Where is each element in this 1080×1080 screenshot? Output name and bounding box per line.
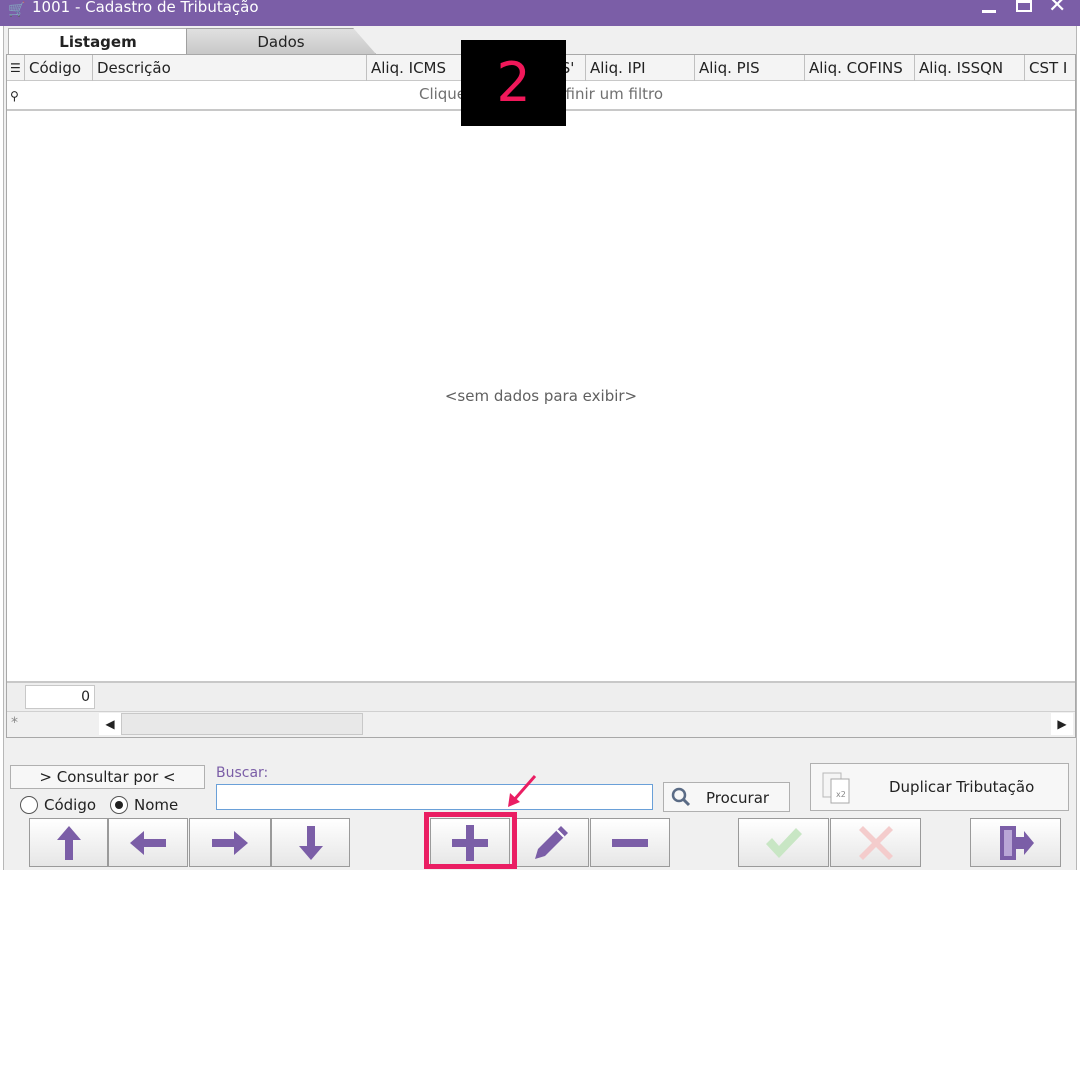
radio-codigo[interactable] — [20, 796, 38, 814]
radio-selected-dot — [115, 801, 123, 809]
empty-message: <sem dados para exibir> — [444, 387, 638, 405]
data-grid[interactable]: ☰ Código Descrição Aliq. ICMS Aliq. ICMS… — [6, 54, 1076, 738]
window-title: 1001 - Cadastro de Tributação — [32, 0, 259, 16]
cancel-button[interactable] — [830, 818, 921, 867]
procurar-label: Procurar — [706, 789, 770, 807]
scroll-right-arrow-icon[interactable]: ▶ — [1051, 713, 1073, 735]
horizontal-scrollbar[interactable]: * ◀ ▶ — [7, 711, 1075, 737]
remove-button[interactable] — [590, 818, 670, 867]
step-highlight-box — [424, 812, 517, 869]
search-input[interactable] — [216, 784, 653, 810]
column-header-codigo[interactable]: Código — [25, 55, 93, 81]
pointer-arrow-icon — [508, 775, 537, 807]
minus-icon — [612, 838, 648, 847]
column-header-cst[interactable]: CST I — [1025, 55, 1075, 81]
minimize-button[interactable] — [975, 0, 1003, 20]
arrow-up-icon — [56, 825, 81, 860]
arrow-down-icon — [298, 825, 323, 860]
maximize-icon — [1016, 0, 1032, 12]
check-icon — [765, 827, 802, 858]
move-up-button[interactable] — [29, 818, 108, 867]
scroll-left-arrow-icon[interactable]: ◀ — [99, 713, 121, 735]
maximize-button[interactable] — [1010, 0, 1038, 20]
consultar-por-button[interactable]: > Consultar por < — [10, 765, 205, 789]
x-icon — [858, 825, 893, 860]
duplicar-label: Duplicar Tributação — [889, 778, 1035, 796]
scrollbar-thumb[interactable] — [121, 713, 363, 735]
close-icon: ✕ — [1048, 0, 1067, 18]
new-row-icon: * — [11, 715, 18, 731]
column-header-descricao[interactable]: Descrição — [93, 55, 367, 81]
duplicar-tributacao-button[interactable]: x2 Duplicar Tributação — [810, 763, 1069, 811]
move-right-button[interactable] — [189, 818, 271, 867]
radio-nome[interactable] — [110, 796, 128, 814]
radio-nome-label[interactable]: Nome — [134, 796, 178, 814]
grid-footer: 0 — [7, 681, 1075, 711]
move-left-button[interactable] — [108, 818, 188, 867]
column-chooser-icon[interactable]: ☰ — [7, 55, 25, 81]
tab-listagem[interactable]: Listagem — [8, 28, 188, 54]
move-down-button[interactable] — [271, 818, 350, 867]
svg-text:x2: x2 — [836, 790, 846, 799]
title-bar: 🛒 1001 - Cadastro de Tributação ✕ — [0, 0, 1080, 26]
search-icon — [671, 787, 691, 807]
buscar-label: Buscar: — [216, 765, 269, 781]
column-header-aliq-cofins[interactable]: Aliq. COFINS — [805, 55, 915, 81]
arrow-left-icon — [130, 830, 166, 855]
arrow-right-icon — [212, 830, 248, 855]
radio-codigo-label[interactable]: Código — [44, 796, 96, 814]
duplicate-icon: x2 — [822, 772, 850, 804]
shopping-cart-icon: 🛒 — [8, 2, 26, 18]
close-button[interactable]: ✕ — [1044, 0, 1072, 20]
column-header-aliq-pis[interactable]: Aliq. PIS — [695, 55, 805, 81]
column-header-aliq-ipi[interactable]: Aliq. IPI — [586, 55, 695, 81]
step-marker: 2 — [461, 40, 566, 126]
record-count: 0 — [25, 685, 95, 709]
minimize-icon — [982, 10, 996, 13]
procurar-button[interactable]: Procurar — [663, 782, 790, 812]
exit-icon — [999, 825, 1034, 860]
column-header-aliq-issqn[interactable]: Aliq. ISSQN — [915, 55, 1025, 81]
confirm-button[interactable] — [738, 818, 829, 867]
tab-dados[interactable]: Dados — [186, 28, 376, 54]
pencil-icon — [534, 825, 568, 859]
edit-button[interactable] — [512, 818, 589, 867]
exit-button[interactable] — [970, 818, 1061, 867]
